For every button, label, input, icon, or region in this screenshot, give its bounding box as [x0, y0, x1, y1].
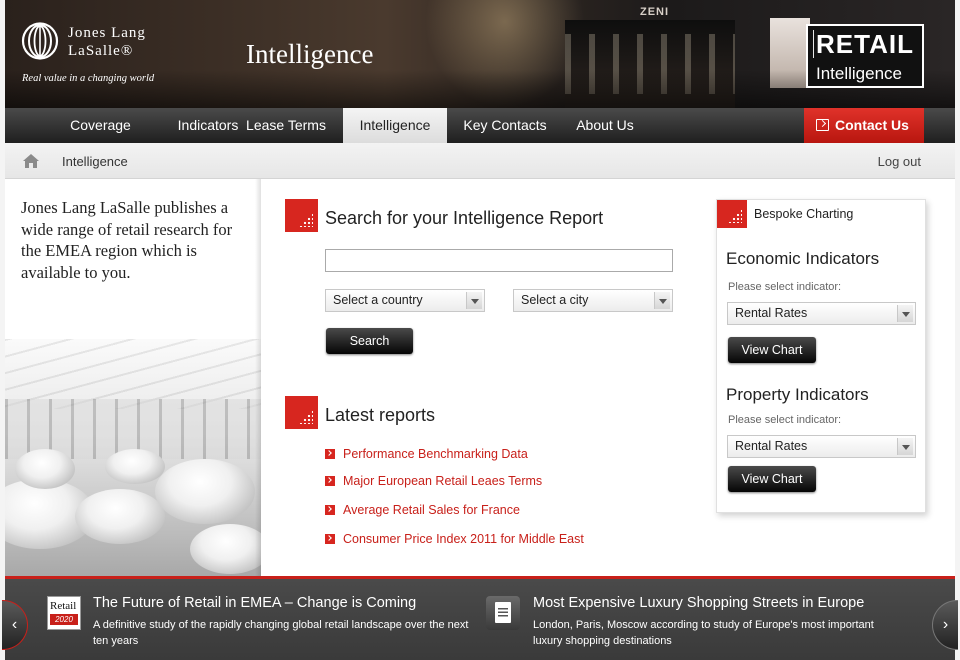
chevron-down-icon: [654, 292, 670, 309]
search-input[interactable]: [325, 249, 673, 272]
nav-intelligence[interactable]: Intelligence: [343, 108, 447, 143]
bespoke-charting-panel: Bespoke Charting Economic Indicators Ple…: [716, 199, 926, 513]
home-icon[interactable]: [22, 153, 40, 169]
latest-section-icon: [285, 396, 318, 429]
property-indicator-select[interactable]: Rental Rates: [727, 435, 916, 458]
property-view-chart-button[interactable]: View Chart: [728, 466, 816, 492]
arrow-link-icon: [325, 534, 335, 544]
retail-2020-icon: Retail 2020: [47, 596, 81, 630]
rings-icon: [21, 22, 59, 60]
document-icon: [486, 596, 520, 630]
news-carousel: ‹ Retail 2020 The Future of Retail in EM…: [2, 576, 958, 660]
report-link[interactable]: Performance Benchmarking Data: [325, 447, 528, 461]
store-sign: ZENI: [640, 6, 670, 18]
bespoke-title: Bespoke Charting: [754, 207, 854, 221]
carousel-next-button[interactable]: ›: [932, 600, 958, 650]
economic-view-chart-button[interactable]: View Chart: [728, 337, 816, 363]
retail-intelligence-logo: RETAIL Intelligence: [806, 24, 924, 88]
nav-lease-terms[interactable]: Lease Terms: [236, 108, 336, 143]
mall-interior-photo: [5, 339, 261, 576]
economic-heading: Economic Indicators: [726, 249, 880, 268]
chevron-down-icon: [897, 438, 913, 455]
report-link[interactable]: Average Retail Sales for France: [325, 503, 520, 517]
header-banner: ZENI Jones Lang LaSalle® Real value in a…: [5, 0, 955, 108]
logo-text-2: LaSalle®: [68, 43, 134, 59]
report-link[interactable]: Major European Retail Leaes Terms: [325, 474, 542, 488]
economic-prompt: Please select indicator:: [728, 281, 842, 293]
economic-indicator-select[interactable]: Rental Rates: [727, 302, 916, 325]
page: ZENI Jones Lang LaSalle® Real value in a…: [2, 0, 958, 660]
nav-coverage[interactable]: Coverage: [47, 108, 154, 143]
logout-link[interactable]: Log out: [878, 154, 921, 169]
main-nav: Coverage Indicators Lease Terms Intellig…: [5, 108, 955, 143]
breadcrumb-current: Intelligence: [62, 154, 128, 169]
property-heading: Property Indicators: [726, 385, 869, 404]
intro-panel: Jones Lang LaSalle publishes a wide rang…: [5, 179, 261, 576]
external-link-icon: [816, 119, 829, 131]
news-description: London, Paris, Moscow according to study…: [533, 619, 874, 647]
news-title[interactable]: The Future of Retail in EMEA – Change is…: [93, 595, 416, 611]
country-select[interactable]: Select a country: [325, 289, 485, 312]
carousel-prev-button[interactable]: ‹: [2, 600, 28, 650]
search-section-icon: [285, 199, 318, 232]
search-button[interactable]: Search: [326, 328, 413, 354]
intro-text: Jones Lang LaSalle publishes a wide rang…: [21, 198, 233, 282]
chevron-down-icon: [466, 292, 482, 309]
news-description: A definitive study of the rapidly changi…: [93, 619, 469, 647]
nav-about-us[interactable]: About Us: [565, 108, 645, 143]
breadcrumb: Intelligence Log out: [5, 143, 955, 179]
logo-text-1: Jones Lang: [68, 25, 146, 41]
chart-section-icon: [717, 200, 747, 228]
contact-us-button[interactable]: Contact Us: [804, 108, 924, 143]
logo-tagline: Real value in a changing world: [22, 73, 155, 84]
arrow-link-icon: [325, 505, 335, 515]
property-prompt: Please select indicator:: [728, 414, 842, 426]
latest-heading: Latest reports: [325, 405, 436, 425]
page-title: Intelligence: [246, 39, 374, 69]
arrow-link-icon: [325, 449, 335, 459]
nav-key-contacts[interactable]: Key Contacts: [455, 108, 555, 143]
news-title[interactable]: Most Expensive Luxury Shopping Streets i…: [533, 595, 864, 611]
search-heading: Search for your Intelligence Report: [325, 208, 604, 228]
chevron-down-icon: [897, 305, 913, 322]
arrow-link-icon: [325, 476, 335, 486]
report-link[interactable]: Consumer Price Index 2011 for Middle Eas…: [325, 532, 584, 546]
city-select[interactable]: Select a city: [513, 289, 673, 312]
